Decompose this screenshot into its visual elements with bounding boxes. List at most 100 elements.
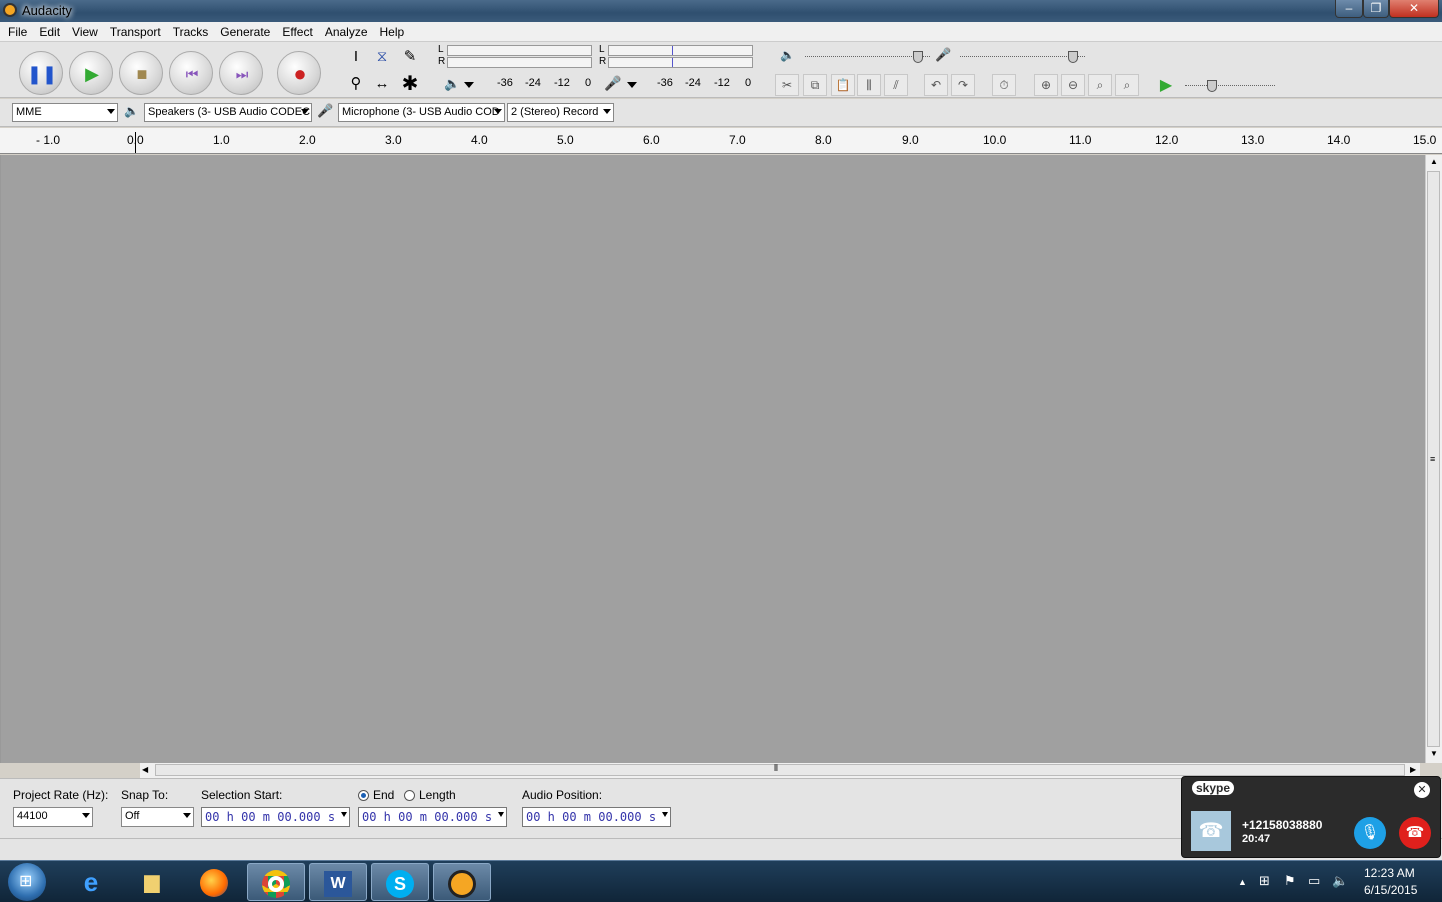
horizontal-scroll-thumb[interactable]: ⦀ — [155, 763, 1405, 776]
play-at-speed-button[interactable]: ▶ — [1155, 75, 1177, 97]
menu-edit[interactable]: Edit — [33, 22, 66, 39]
play-meter-right-label: R — [438, 56, 446, 67]
redo-button[interactable]: ↷ — [951, 74, 975, 96]
selection-end-time[interactable]: 00 h 00 m 00.000 s — [358, 807, 507, 827]
start-button[interactable]: ⊞ — [8, 863, 46, 901]
audio-position-time[interactable]: 00 h 00 m 00.000 s — [522, 807, 671, 827]
playhead-marker[interactable] — [135, 132, 136, 153]
windows-update-icon[interactable]: ⊞ — [1259, 873, 1270, 889]
envelope-tool-icon[interactable]: ⧖ — [371, 46, 393, 68]
paste-button[interactable]: 📋 — [831, 74, 855, 96]
call-duration: 20:47 — [1242, 833, 1271, 845]
audacity-icon — [448, 869, 476, 898]
output-device-select[interactable]: Speakers (3- USB Audio CODEC — [144, 103, 312, 122]
hang-up-button[interactable]: ☎ — [1399, 817, 1431, 849]
undo-button[interactable]: ↶ — [924, 74, 948, 96]
firefox-taskbar[interactable] — [185, 863, 243, 901]
silence-icon: ⫽ — [893, 78, 899, 92]
trim-button[interactable]: ⫼ — [857, 74, 881, 96]
mute-microphone-button[interactable]: 🎙 — [1354, 817, 1386, 849]
minimize-button[interactable]: – — [1335, 0, 1363, 18]
channels-select[interactable]: 2 (Stereo) Record — [507, 103, 614, 122]
end-radio[interactable] — [358, 790, 369, 801]
play-meter-dropdown-icon[interactable] — [464, 82, 474, 88]
vertical-scrollbar[interactable]: ▲ ≡ ▼ — [1425, 155, 1442, 763]
record-meter-dropdown-icon[interactable] — [627, 82, 637, 88]
menu-effect[interactable]: Effect — [276, 22, 318, 39]
playback-volume-thumb[interactable] — [912, 51, 923, 63]
cut-button[interactable]: ✂ — [775, 74, 799, 96]
record-meter-left[interactable] — [608, 45, 753, 56]
volume-icon[interactable]: 🔈 — [1332, 873, 1348, 889]
silence-button[interactable]: ⫽ — [884, 74, 908, 96]
scroll-up-icon[interactable]: ▲ — [1430, 157, 1438, 166]
menu-tracks[interactable]: Tracks — [167, 22, 215, 39]
skype-taskbar[interactable]: S — [371, 863, 429, 901]
scroll-left-icon[interactable]: ◀ — [142, 765, 148, 774]
recording-volume-slider[interactable] — [960, 56, 1085, 57]
menu-generate[interactable]: Generate — [214, 22, 276, 39]
close-button[interactable]: ✕ — [1389, 0, 1439, 18]
audacity-taskbar[interactable] — [433, 863, 491, 901]
play-meter-right[interactable] — [447, 57, 592, 68]
zoom-in-button[interactable]: ⊕ — [1034, 74, 1058, 96]
scroll-right-icon[interactable]: ▶ — [1410, 765, 1416, 774]
vertical-scroll-thumb[interactable]: ≡ — [1427, 171, 1440, 747]
record-meter-right[interactable] — [608, 57, 753, 68]
pause-button[interactable]: ❚❚ — [19, 51, 63, 95]
time-shift-tool-icon[interactable]: ↔ — [371, 73, 393, 95]
record-button[interactable]: ● — [277, 51, 321, 95]
fit-project-button[interactable]: ⌕ — [1115, 74, 1139, 96]
play-meter-left[interactable] — [447, 45, 592, 56]
draw-tool-icon[interactable]: ✎ — [399, 46, 421, 68]
record-icon: ● — [293, 61, 307, 86]
clock-time[interactable]: 12:23 AM — [1364, 866, 1415, 880]
action-center-flag-icon[interactable]: ⚑ — [1284, 873, 1296, 889]
selection-start-time[interactable]: 00 h 00 m 00.000 s — [201, 807, 350, 827]
selection-tool-icon[interactable]: I — [345, 46, 367, 68]
word-taskbar[interactable]: W — [309, 863, 367, 901]
microphone-icon[interactable]: 🎤 — [604, 75, 621, 92]
timeline-ruler[interactable]: - 1.0 0.0 1.0 2.0 3.0 4.0 5.0 6.0 7.0 8.… — [0, 128, 1442, 154]
internet-explorer-taskbar[interactable]: e — [62, 863, 120, 901]
length-radio[interactable] — [404, 790, 415, 801]
input-device-select[interactable]: Microphone (3- USB Audio COD — [338, 103, 505, 122]
copy-button[interactable]: ⧉ — [803, 74, 827, 96]
speaker-icon[interactable]: 🔈 — [444, 76, 460, 92]
snap-to-select[interactable]: Off — [121, 807, 194, 827]
recording-volume-thumb[interactable] — [1067, 51, 1078, 63]
audio-host-select[interactable]: MME — [12, 103, 118, 122]
chrome-taskbar[interactable] — [247, 863, 305, 901]
zoom-tool-icon[interactable]: ⚲ — [345, 73, 367, 95]
restore-button[interactable]: ❐ — [1363, 0, 1389, 18]
stop-button[interactable]: ■ — [119, 51, 163, 95]
file-explorer-taskbar[interactable]: ▆ — [123, 863, 181, 901]
sync-lock-button[interactable]: ⏱ — [992, 74, 1016, 96]
play-at-speed-thumb[interactable] — [1207, 80, 1217, 92]
ruler-label: - 1.0 — [36, 133, 61, 147]
ruler-label: 10.0 — [983, 133, 1007, 147]
skip-to-end-button[interactable]: ⏭ — [219, 51, 263, 95]
menu-transport[interactable]: Transport — [104, 22, 167, 39]
skype-close-icon[interactable]: ✕ — [1414, 782, 1430, 798]
play-button[interactable]: ▶ — [69, 51, 113, 95]
menu-help[interactable]: Help — [374, 22, 411, 39]
audio-position-value: 00 h 00 m 00.000 s — [526, 810, 657, 824]
menu-analyze[interactable]: Analyze — [319, 22, 374, 39]
skip-to-start-button[interactable]: ⏮ — [169, 51, 213, 95]
skip-end-icon: ⏭ — [235, 66, 249, 82]
zoom-out-button[interactable]: ⊖ — [1061, 74, 1085, 96]
menu-view[interactable]: View — [66, 22, 104, 39]
network-icon[interactable]: ▭ — [1308, 873, 1320, 889]
play-at-speed-slider[interactable] — [1185, 85, 1275, 86]
scroll-down-icon[interactable]: ▼ — [1430, 749, 1438, 758]
playback-volume-slider[interactable] — [805, 56, 930, 57]
track-panel[interactable] — [0, 155, 1425, 763]
scissors-icon: ✂ — [781, 78, 793, 92]
show-hidden-icons-icon[interactable]: ▲ — [1238, 877, 1247, 887]
project-rate-select[interactable]: 44100 — [13, 807, 93, 827]
clock-date[interactable]: 6/15/2015 — [1364, 883, 1417, 897]
menu-file[interactable]: File — [0, 22, 33, 39]
fit-selection-button[interactable]: ⌕ — [1088, 74, 1112, 96]
multi-tool-icon[interactable]: ✱ — [399, 73, 421, 95]
